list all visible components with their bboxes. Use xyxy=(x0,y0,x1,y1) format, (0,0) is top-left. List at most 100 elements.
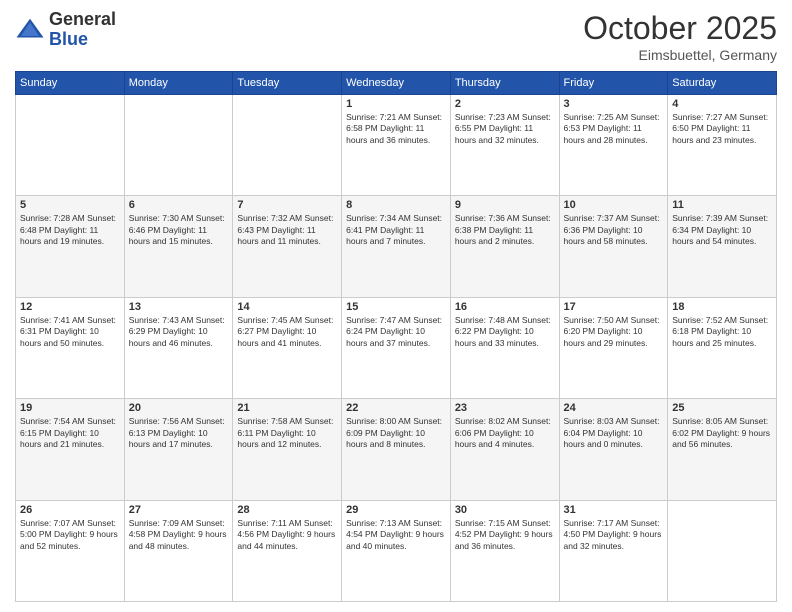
day-number: 25 xyxy=(672,402,772,414)
calendar-cell xyxy=(124,95,233,196)
logo: General Blue xyxy=(15,10,116,50)
cell-content: Sunrise: 7:52 AM Sunset: 6:18 PM Dayligh… xyxy=(672,315,772,349)
calendar-cell: 23 Sunrise: 8:02 AM Sunset: 6:06 PM Dayli… xyxy=(450,399,559,500)
calendar: SundayMondayTuesdayWednesdayThursdayFrid… xyxy=(15,71,777,602)
calendar-cell: 7 Sunrise: 7:32 AM Sunset: 6:43 PM Daylig… xyxy=(233,196,342,297)
week-row-3: 12Sunrise: 7:41 AM Sunset: 6:31 PM Dayli… xyxy=(16,297,777,398)
cell-content: Sunrise: 7:25 AM Sunset: 6:53 PM Dayligh… xyxy=(564,112,664,146)
weekday-header-wednesday: Wednesday xyxy=(342,72,451,95)
cell-content: Sunrise: 8:02 AM Sunset: 6:06 PM Dayligh… xyxy=(455,416,555,450)
cell-content: Sunrise: 8:00 AM Sunset: 6:09 PM Dayligh… xyxy=(346,416,446,450)
calendar-cell: 17Sunrise: 7:50 AM Sunset: 6:20 PM Dayli… xyxy=(559,297,668,398)
calendar-cell: 29Sunrise: 7:13 AM Sunset: 4:54 PM Dayli… xyxy=(342,500,451,601)
weekday-header-friday: Friday xyxy=(559,72,668,95)
day-number: 9 xyxy=(455,199,555,211)
day-number: 27 xyxy=(129,504,229,516)
weekday-header-saturday: Saturday xyxy=(668,72,777,95)
cell-content: Sunrise: 7:09 AM Sunset: 4:58 PM Dayligh… xyxy=(129,518,229,552)
weekday-header-row: SundayMondayTuesdayWednesdayThursdayFrid… xyxy=(16,72,777,95)
day-number: 7 xyxy=(237,199,337,211)
calendar-cell: 11 Sunrise: 7:39 AM Sunset: 6:34 PM Dayli… xyxy=(668,196,777,297)
day-number: 11 xyxy=(672,199,772,211)
calendar-cell: 3 Sunrise: 7:25 AM Sunset: 6:53 PM Daylig… xyxy=(559,95,668,196)
day-number: 1 xyxy=(346,98,446,110)
calendar-cell: 18 Sunrise: 7:52 AM Sunset: 6:18 PM Dayli… xyxy=(668,297,777,398)
day-number: 18 xyxy=(672,301,772,313)
cell-content: Sunrise: 7:54 AM Sunset: 6:15 PM Dayligh… xyxy=(20,416,120,450)
day-number: 26 xyxy=(20,504,120,516)
day-number: 23 xyxy=(455,402,555,414)
day-number: 12 xyxy=(20,301,120,313)
cell-content: Sunrise: 7:23 AM Sunset: 6:55 PM Dayligh… xyxy=(455,112,555,146)
day-number: 4 xyxy=(672,98,772,110)
calendar-cell: 9 Sunrise: 7:36 AM Sunset: 6:38 PM Daylig… xyxy=(450,196,559,297)
calendar-cell: 5 Sunrise: 7:28 AM Sunset: 6:48 PM Daylig… xyxy=(16,196,125,297)
day-number: 20 xyxy=(129,402,229,414)
calendar-cell: 6Sunrise: 7:30 AM Sunset: 6:46 PM Daylig… xyxy=(124,196,233,297)
calendar-cell: 30 Sunrise: 7:15 AM Sunset: 4:52 PM Dayli… xyxy=(450,500,559,601)
cell-content: Sunrise: 7:47 AM Sunset: 6:24 PM Dayligh… xyxy=(346,315,446,349)
week-row-5: 26 Sunrise: 7:07 AM Sunset: 5:00 PM Dayli… xyxy=(16,500,777,601)
calendar-cell xyxy=(668,500,777,601)
calendar-cell: 2 Sunrise: 7:23 AM Sunset: 6:55 PM Daylig… xyxy=(450,95,559,196)
cell-content: Sunrise: 7:32 AM Sunset: 6:43 PM Dayligh… xyxy=(237,213,337,247)
cell-content: Sunrise: 7:39 AM Sunset: 6:34 PM Dayligh… xyxy=(672,213,772,247)
day-number: 24 xyxy=(564,402,664,414)
day-number: 3 xyxy=(564,98,664,110)
cell-content: Sunrise: 7:27 AM Sunset: 6:50 PM Dayligh… xyxy=(672,112,772,146)
calendar-cell: 4 Sunrise: 7:27 AM Sunset: 6:50 PM Daylig… xyxy=(668,95,777,196)
cell-content: Sunrise: 7:50 AM Sunset: 6:20 PM Dayligh… xyxy=(564,315,664,349)
weekday-header-sunday: Sunday xyxy=(16,72,125,95)
calendar-cell: 19 Sunrise: 7:54 AM Sunset: 6:15 PM Dayli… xyxy=(16,399,125,500)
day-number: 21 xyxy=(237,402,337,414)
cell-content: Sunrise: 7:15 AM Sunset: 4:52 PM Dayligh… xyxy=(455,518,555,552)
cell-content: Sunrise: 7:07 AM Sunset: 5:00 PM Dayligh… xyxy=(20,518,120,552)
calendar-cell: 22 Sunrise: 8:00 AM Sunset: 6:09 PM Dayli… xyxy=(342,399,451,500)
day-number: 29 xyxy=(346,504,446,516)
day-number: 14 xyxy=(237,301,337,313)
calendar-cell: 12Sunrise: 7:41 AM Sunset: 6:31 PM Dayli… xyxy=(16,297,125,398)
day-number: 2 xyxy=(455,98,555,110)
day-number: 8 xyxy=(346,199,446,211)
calendar-cell: 14 Sunrise: 7:45 AM Sunset: 6:27 PM Dayli… xyxy=(233,297,342,398)
day-number: 19 xyxy=(20,402,120,414)
calendar-cell: 13 Sunrise: 7:43 AM Sunset: 6:29 PM Dayli… xyxy=(124,297,233,398)
day-number: 30 xyxy=(455,504,555,516)
day-number: 28 xyxy=(237,504,337,516)
day-number: 13 xyxy=(129,301,229,313)
calendar-cell: 31Sunrise: 7:17 AM Sunset: 4:50 PM Dayli… xyxy=(559,500,668,601)
day-number: 22 xyxy=(346,402,446,414)
week-row-4: 19 Sunrise: 7:54 AM Sunset: 6:15 PM Dayli… xyxy=(16,399,777,500)
header: General Blue October 2025 Eimsbuettel, G… xyxy=(15,10,777,63)
calendar-cell: 25 Sunrise: 8:05 AM Sunset: 6:02 PM Dayli… xyxy=(668,399,777,500)
calendar-cell: 16 Sunrise: 7:48 AM Sunset: 6:22 PM Dayli… xyxy=(450,297,559,398)
cell-content: Sunrise: 7:30 AM Sunset: 6:46 PM Dayligh… xyxy=(129,213,229,247)
cell-content: Sunrise: 7:45 AM Sunset: 6:27 PM Dayligh… xyxy=(237,315,337,349)
cell-content: Sunrise: 8:05 AM Sunset: 6:02 PM Dayligh… xyxy=(672,416,772,450)
cell-content: Sunrise: 7:11 AM Sunset: 4:56 PM Dayligh… xyxy=(237,518,337,552)
title-area: October 2025 Eimsbuettel, Germany xyxy=(583,10,777,63)
cell-content: Sunrise: 7:21 AM Sunset: 6:58 PM Dayligh… xyxy=(346,112,446,146)
cell-content: Sunrise: 7:48 AM Sunset: 6:22 PM Dayligh… xyxy=(455,315,555,349)
weekday-header-monday: Monday xyxy=(124,72,233,95)
logo-icon xyxy=(15,15,45,45)
day-number: 5 xyxy=(20,199,120,211)
day-number: 16 xyxy=(455,301,555,313)
month-title: October 2025 xyxy=(583,10,777,47)
day-number: 15 xyxy=(346,301,446,313)
weekday-header-thursday: Thursday xyxy=(450,72,559,95)
calendar-cell: 10Sunrise: 7:37 AM Sunset: 6:36 PM Dayli… xyxy=(559,196,668,297)
calendar-cell xyxy=(16,95,125,196)
cell-content: Sunrise: 7:43 AM Sunset: 6:29 PM Dayligh… xyxy=(129,315,229,349)
weekday-header-tuesday: Tuesday xyxy=(233,72,342,95)
cell-content: Sunrise: 7:36 AM Sunset: 6:38 PM Dayligh… xyxy=(455,213,555,247)
calendar-cell: 8Sunrise: 7:34 AM Sunset: 6:41 PM Daylig… xyxy=(342,196,451,297)
week-row-1: 1 Sunrise: 7:21 AM Sunset: 6:58 PM Daylig… xyxy=(16,95,777,196)
cell-content: Sunrise: 7:28 AM Sunset: 6:48 PM Dayligh… xyxy=(20,213,120,247)
cell-content: Sunrise: 7:58 AM Sunset: 6:11 PM Dayligh… xyxy=(237,416,337,450)
week-row-2: 5 Sunrise: 7:28 AM Sunset: 6:48 PM Daylig… xyxy=(16,196,777,297)
cell-content: Sunrise: 7:37 AM Sunset: 6:36 PM Dayligh… xyxy=(564,213,664,247)
calendar-cell: 24Sunrise: 8:03 AM Sunset: 6:04 PM Dayli… xyxy=(559,399,668,500)
calendar-cell xyxy=(233,95,342,196)
logo-text: General Blue xyxy=(49,10,116,50)
